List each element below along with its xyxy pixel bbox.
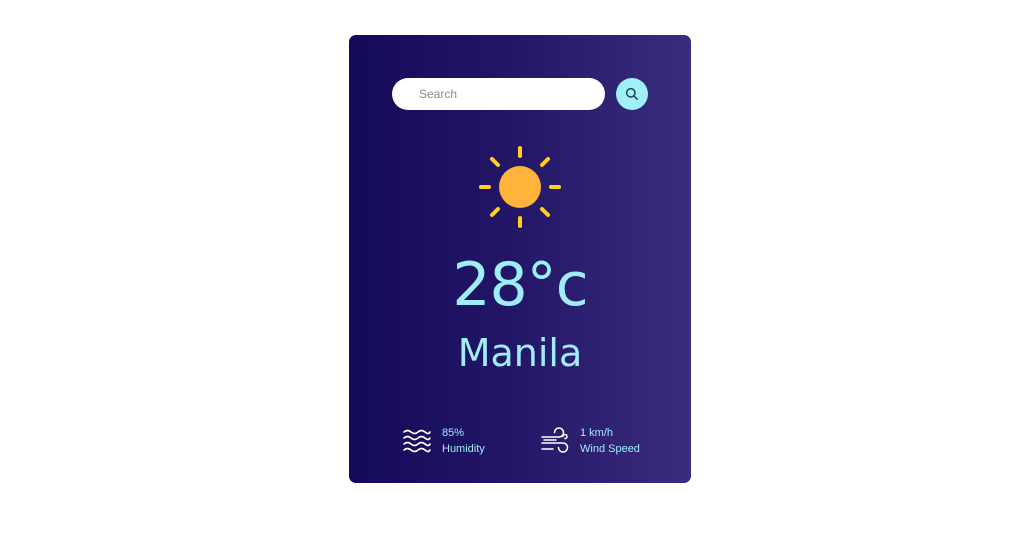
city-name: Manila — [457, 331, 583, 375]
search-button[interactable] — [616, 78, 648, 110]
sun-icon — [479, 146, 561, 228]
humidity-text: 85% Humidity — [442, 425, 485, 457]
search-input[interactable] — [392, 78, 605, 110]
weather-card: 28°c Manila 85% Humidity — [349, 35, 691, 483]
search-icon — [625, 87, 638, 100]
temperature: 28°c — [452, 250, 588, 320]
wind-icon — [541, 427, 569, 453]
search-bar — [392, 78, 648, 110]
wind-detail: 1 km/h Wind Speed — [540, 425, 660, 459]
humidity-detail: 85% Humidity — [402, 425, 522, 459]
humidity-label: Humidity — [442, 443, 485, 455]
humidity-value: 85% — [442, 427, 465, 439]
wind-label: Wind Speed — [580, 443, 640, 455]
humidity-waves-icon — [403, 429, 431, 453]
wind-text: 1 km/h Wind Speed — [580, 425, 640, 457]
wind-value: 1 km/h — [580, 427, 614, 439]
